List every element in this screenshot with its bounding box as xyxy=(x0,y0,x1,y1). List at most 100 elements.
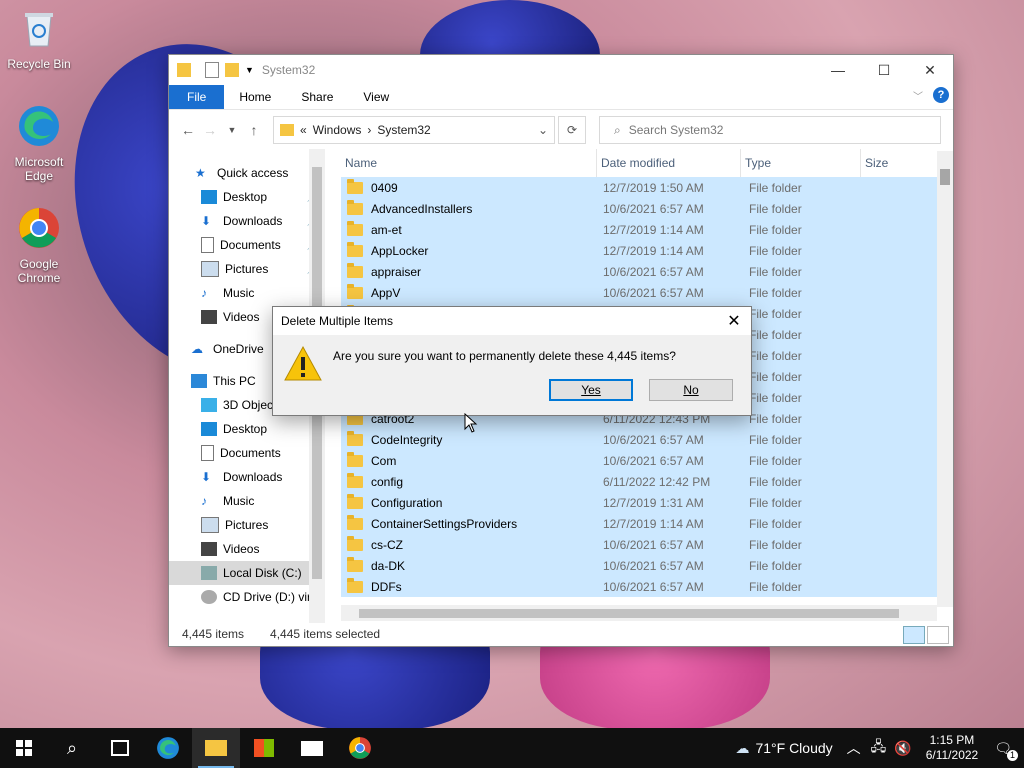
dialog-title: Delete Multiple Items xyxy=(281,314,394,328)
desktop-recycle-bin[interactable]: Recycle Bin xyxy=(6,6,72,71)
properties-icon[interactable] xyxy=(205,62,219,78)
taskbar-store[interactable] xyxy=(240,728,288,768)
search-placeholder: Search System32 xyxy=(628,123,724,137)
nav-downloads[interactable]: ⬇ Downloads xyxy=(169,465,325,489)
table-row[interactable]: appraiser 10/6/2021 6:57 AM File folder xyxy=(341,261,937,282)
taskbar-chrome[interactable] xyxy=(336,728,384,768)
item-count: 4,445 items xyxy=(182,627,245,641)
clock[interactable]: 1:15 PM 6/11/2022 xyxy=(926,733,979,763)
chrome-icon xyxy=(19,208,59,248)
nav-quick-downloads[interactable]: ⬇ Downloads📌 xyxy=(169,209,325,233)
horizontal-scrollbar[interactable] xyxy=(341,605,937,621)
recent-locations-button[interactable]: ▼ xyxy=(221,125,243,135)
table-row[interactable]: Com 10/6/2021 6:57 AM File folder xyxy=(341,450,937,471)
column-type[interactable]: Type xyxy=(741,149,861,177)
content-scrollbar[interactable] xyxy=(937,151,953,607)
table-row[interactable]: CodeIntegrity 10/6/2021 6:57 AM File folde… xyxy=(341,429,937,450)
back-button[interactable]: ← xyxy=(177,122,199,138)
new-folder-icon[interactable] xyxy=(225,63,239,77)
up-button[interactable]: ↑ xyxy=(243,122,265,138)
videos-icon xyxy=(201,542,217,556)
table-row[interactable]: ContainerSettingsProviders 12/7/2019 1:14… xyxy=(341,513,937,534)
start-button[interactable] xyxy=(0,728,48,768)
close-button[interactable]: ✕ xyxy=(907,55,953,85)
volume-muted-icon[interactable]: 🔇 xyxy=(894,740,911,757)
row-type: File folder xyxy=(749,558,802,573)
nav-local-disk[interactable]: Local Disk (C:) xyxy=(169,561,325,585)
address-bar[interactable]: « Windows › System32 ⌄ xyxy=(273,116,555,144)
tab-home[interactable]: Home xyxy=(224,85,286,109)
taskbar-edge[interactable] xyxy=(144,728,192,768)
chevron-up-icon[interactable]: ︿ xyxy=(847,738,861,758)
windows-icon xyxy=(16,740,32,756)
tab-share[interactable]: Share xyxy=(286,85,348,109)
breadcrumb-windows[interactable]: Windows xyxy=(313,123,362,137)
table-row[interactable]: AppLocker 12/7/2019 1:14 AM File folder xyxy=(341,240,937,261)
taskbar-file-explorer[interactable] xyxy=(192,728,240,768)
folder-icon xyxy=(347,451,363,467)
row-type: File folder xyxy=(749,516,802,531)
nav-quick-documents[interactable]: Documents📌 xyxy=(169,233,325,257)
details-view-button[interactable] xyxy=(903,626,925,644)
search-input[interactable]: ⌕ Search System32 xyxy=(599,116,941,144)
row-name: AppV xyxy=(341,283,597,300)
expand-ribbon-icon[interactable]: ﹀ xyxy=(913,88,923,103)
folder-icon xyxy=(347,178,363,194)
breadcrumb-prefix[interactable]: « xyxy=(300,123,307,137)
desktop-chrome[interactable]: Google Chrome xyxy=(6,206,72,285)
row-type: File folder xyxy=(749,495,802,510)
table-row[interactable]: AppV 10/6/2021 6:57 AM File folder xyxy=(341,282,937,303)
forward-button[interactable]: → xyxy=(199,122,221,138)
table-row[interactable]: DDFs 10/6/2021 6:57 AM File folder xyxy=(341,576,937,597)
folder-icon xyxy=(347,472,363,488)
help-icon[interactable]: ? xyxy=(933,87,949,103)
column-size[interactable]: Size xyxy=(861,149,937,177)
row-name: ContainerSettingsProviders xyxy=(341,514,597,531)
chevron-down-icon[interactable]: ▼ xyxy=(245,65,254,75)
nav-pictures[interactable]: Pictures xyxy=(169,513,325,537)
yes-button[interactable]: Yes xyxy=(549,379,633,401)
nav-quick-music[interactable]: ♪ Music xyxy=(169,281,325,305)
download-icon: ⬇ xyxy=(201,470,212,484)
dialog-close-button[interactable]: ✕ xyxy=(723,311,745,331)
table-row[interactable]: config 6/11/2022 12:42 PM File folder xyxy=(341,471,937,492)
table-row[interactable]: Configuration 12/7/2019 1:31 AM File folde… xyxy=(341,492,937,513)
taskbar-search-button[interactable]: ⌕ xyxy=(48,728,96,768)
nav-quick-pictures[interactable]: Pictures📌 xyxy=(169,257,325,281)
table-row[interactable]: da-DK 10/6/2021 6:57 AM File folder xyxy=(341,555,937,576)
column-name[interactable]: Name xyxy=(341,149,597,177)
network-icon[interactable]: 🖧 xyxy=(871,736,887,760)
desktop-edge[interactable]: Microsoft Edge xyxy=(6,104,72,183)
column-date-modified[interactable]: Date modified xyxy=(597,149,741,177)
minimize-button[interactable]: — xyxy=(815,55,861,85)
task-view-button[interactable] xyxy=(96,728,144,768)
nav-music[interactable]: ♪ Music xyxy=(169,489,325,513)
refresh-button[interactable]: ⟳ xyxy=(558,116,586,144)
nav-quick-access[interactable]: ★ Quick access xyxy=(169,161,325,185)
tab-view[interactable]: View xyxy=(348,85,404,109)
row-type: File folder xyxy=(749,411,802,426)
taskbar-mail[interactable] xyxy=(288,728,336,768)
maximize-button[interactable]: ☐ xyxy=(861,55,907,85)
notifications-icon[interactable]: 🗨 1 xyxy=(994,740,1018,761)
chevron-down-icon[interactable]: ⌄ xyxy=(538,123,548,137)
folder-icon xyxy=(205,740,227,756)
table-row[interactable]: cs-CZ 10/6/2021 6:57 AM File folder xyxy=(341,534,937,555)
no-button[interactable]: No xyxy=(649,379,733,401)
cloud-weather-icon[interactable]: ☁ xyxy=(735,740,749,757)
nav-videos[interactable]: Videos xyxy=(169,537,325,561)
nav-desktop[interactable]: Desktop xyxy=(169,417,325,441)
table-row[interactable]: 0409 12/7/2019 1:50 AM File folder xyxy=(341,177,937,198)
large-icons-view-button[interactable] xyxy=(927,626,949,644)
nav-quick-desktop[interactable]: Desktop📌 xyxy=(169,185,325,209)
row-type: File folder xyxy=(749,180,802,195)
table-row[interactable]: AdvancedInstallers 10/6/2021 6:57 AM File … xyxy=(341,198,937,219)
nav-documents[interactable]: Documents xyxy=(169,441,325,465)
tab-file[interactable]: File xyxy=(169,85,225,109)
delete-confirm-dialog: Delete Multiple Items ✕ Are you sure you… xyxy=(272,306,752,416)
breadcrumb-system32[interactable]: System32 xyxy=(377,123,430,137)
nav-cd-drive[interactable]: CD Drive (D:) virt xyxy=(169,585,325,609)
folder-icon xyxy=(347,199,363,215)
table-row[interactable]: am-et 12/7/2019 1:14 AM File folder xyxy=(341,219,937,240)
weather-text[interactable]: 71°F Cloudy xyxy=(755,740,832,756)
